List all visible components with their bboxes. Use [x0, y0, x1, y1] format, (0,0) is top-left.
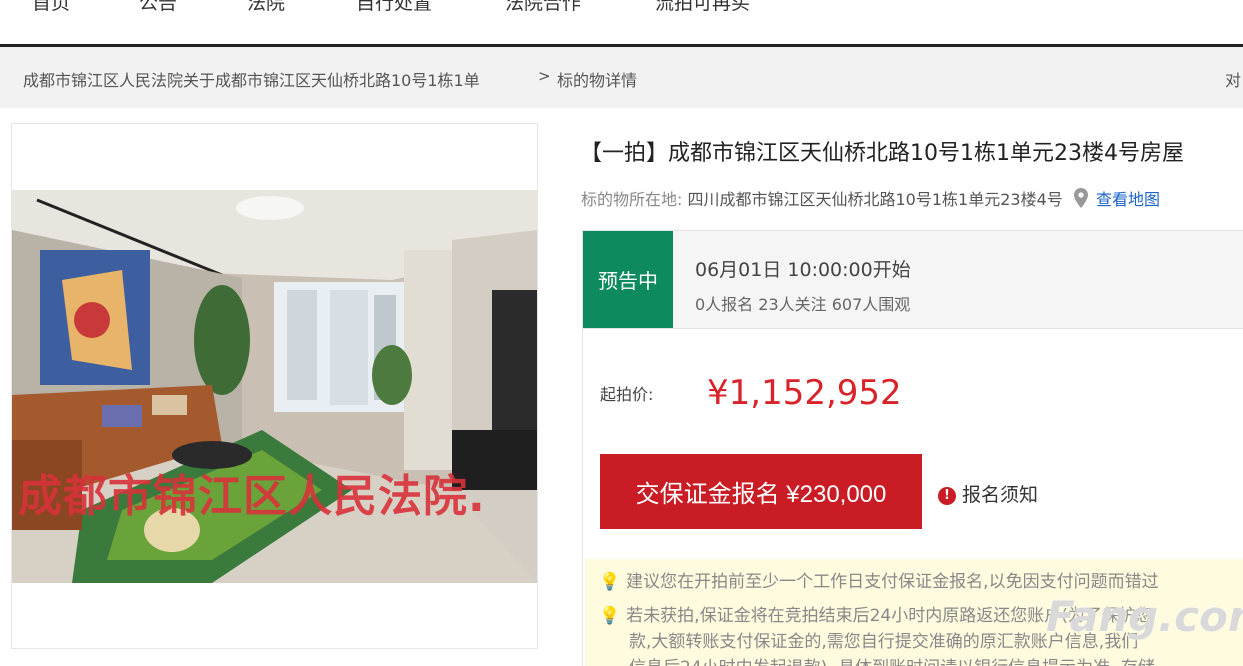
site-watermark: Fang.com	[1046, 592, 1243, 641]
nav-failed-auction-resale[interactable]: 流拍可再买	[655, 0, 750, 15]
photo-panel: 成都市锦江区人民法院.	[11, 123, 538, 649]
starting-price-label: 起拍价:	[600, 385, 654, 404]
auction-status-box: 预告中 06月01日 10:00:00开始 0人报名 23人关注 607人围观	[582, 230, 1243, 329]
auction-start-time: 06月01日 10:00:00开始	[695, 259, 911, 281]
breadcrumb: 成都市锦江区人民法院关于成都市锦江区天仙桥北路10号1栋1单 > 标的物详情 对	[0, 47, 1243, 108]
nav-court-cooperation[interactable]: 法院合作	[505, 0, 581, 15]
map-pin-icon	[1073, 188, 1088, 212]
nav-courts[interactable]: 法院	[247, 0, 285, 15]
starting-price-value: ¥1,152,952	[707, 373, 902, 413]
tip-text-continued: 信息后24小时内发起退款), 具体到账时间请以银行信息提示为准, 存储	[629, 653, 1155, 666]
participant-counts: 0人报名 23人关注 607人围观	[695, 295, 911, 314]
breadcrumb-announcement-link[interactable]: 成都市锦江区人民法院关于成都市锦江区天仙桥北路10号1栋1单	[23, 67, 480, 91]
location-row: 标的物所在地: 四川成都市锦江区天仙桥北路10号1栋1单元23楼4号 查看地图	[581, 186, 1160, 212]
tip-item: 💡 建议您在开拍前至少一个工作日支付保证金报名,以免因支付问题而错过	[599, 567, 1159, 592]
status-badge: 预告中	[583, 231, 673, 328]
pay-deposit-register-button[interactable]: 交保证金报名 ¥230,000	[600, 454, 922, 529]
court-watermark: 成都市锦江区人民法院.	[18, 471, 486, 522]
registration-notice-link[interactable]: ! 报名须知	[938, 480, 1038, 507]
breadcrumb-separator: >	[538, 67, 551, 85]
breadcrumb-current: 标的物详情	[557, 71, 638, 90]
lightbulb-icon: 💡	[599, 606, 621, 626]
breadcrumb-right-text[interactable]: 对	[1225, 67, 1241, 91]
location-label: 标的物所在地:	[581, 190, 683, 209]
property-photo[interactable]: 成都市锦江区人民法院.	[12, 190, 537, 583]
registration-notice-label: 报名须知	[962, 484, 1039, 506]
alert-icon: !	[938, 487, 956, 505]
nav-self-disposal[interactable]: 自行处置	[356, 0, 432, 15]
nav-announcements[interactable]: 公告	[139, 0, 177, 15]
lightbulb-icon: 💡	[599, 572, 621, 592]
tip-text: 建议您在开拍前至少一个工作日支付保证金报名,以免因支付问题而错过	[626, 572, 1159, 592]
living-room-image	[12, 190, 537, 583]
location-value: 四川成都市锦江区天仙桥北路10号1栋1单元23楼4号	[687, 190, 1063, 209]
nav-home[interactable]: 首页	[32, 0, 70, 15]
property-title: 【一拍】成都市锦江区天仙桥北路10号1栋1单元23楼4号房屋	[580, 141, 1184, 166]
view-map-link[interactable]: 查看地图	[1096, 190, 1160, 209]
top-nav: 首页 公告 法院 自行处置 法院合作 流拍可再买	[0, 0, 1243, 47]
